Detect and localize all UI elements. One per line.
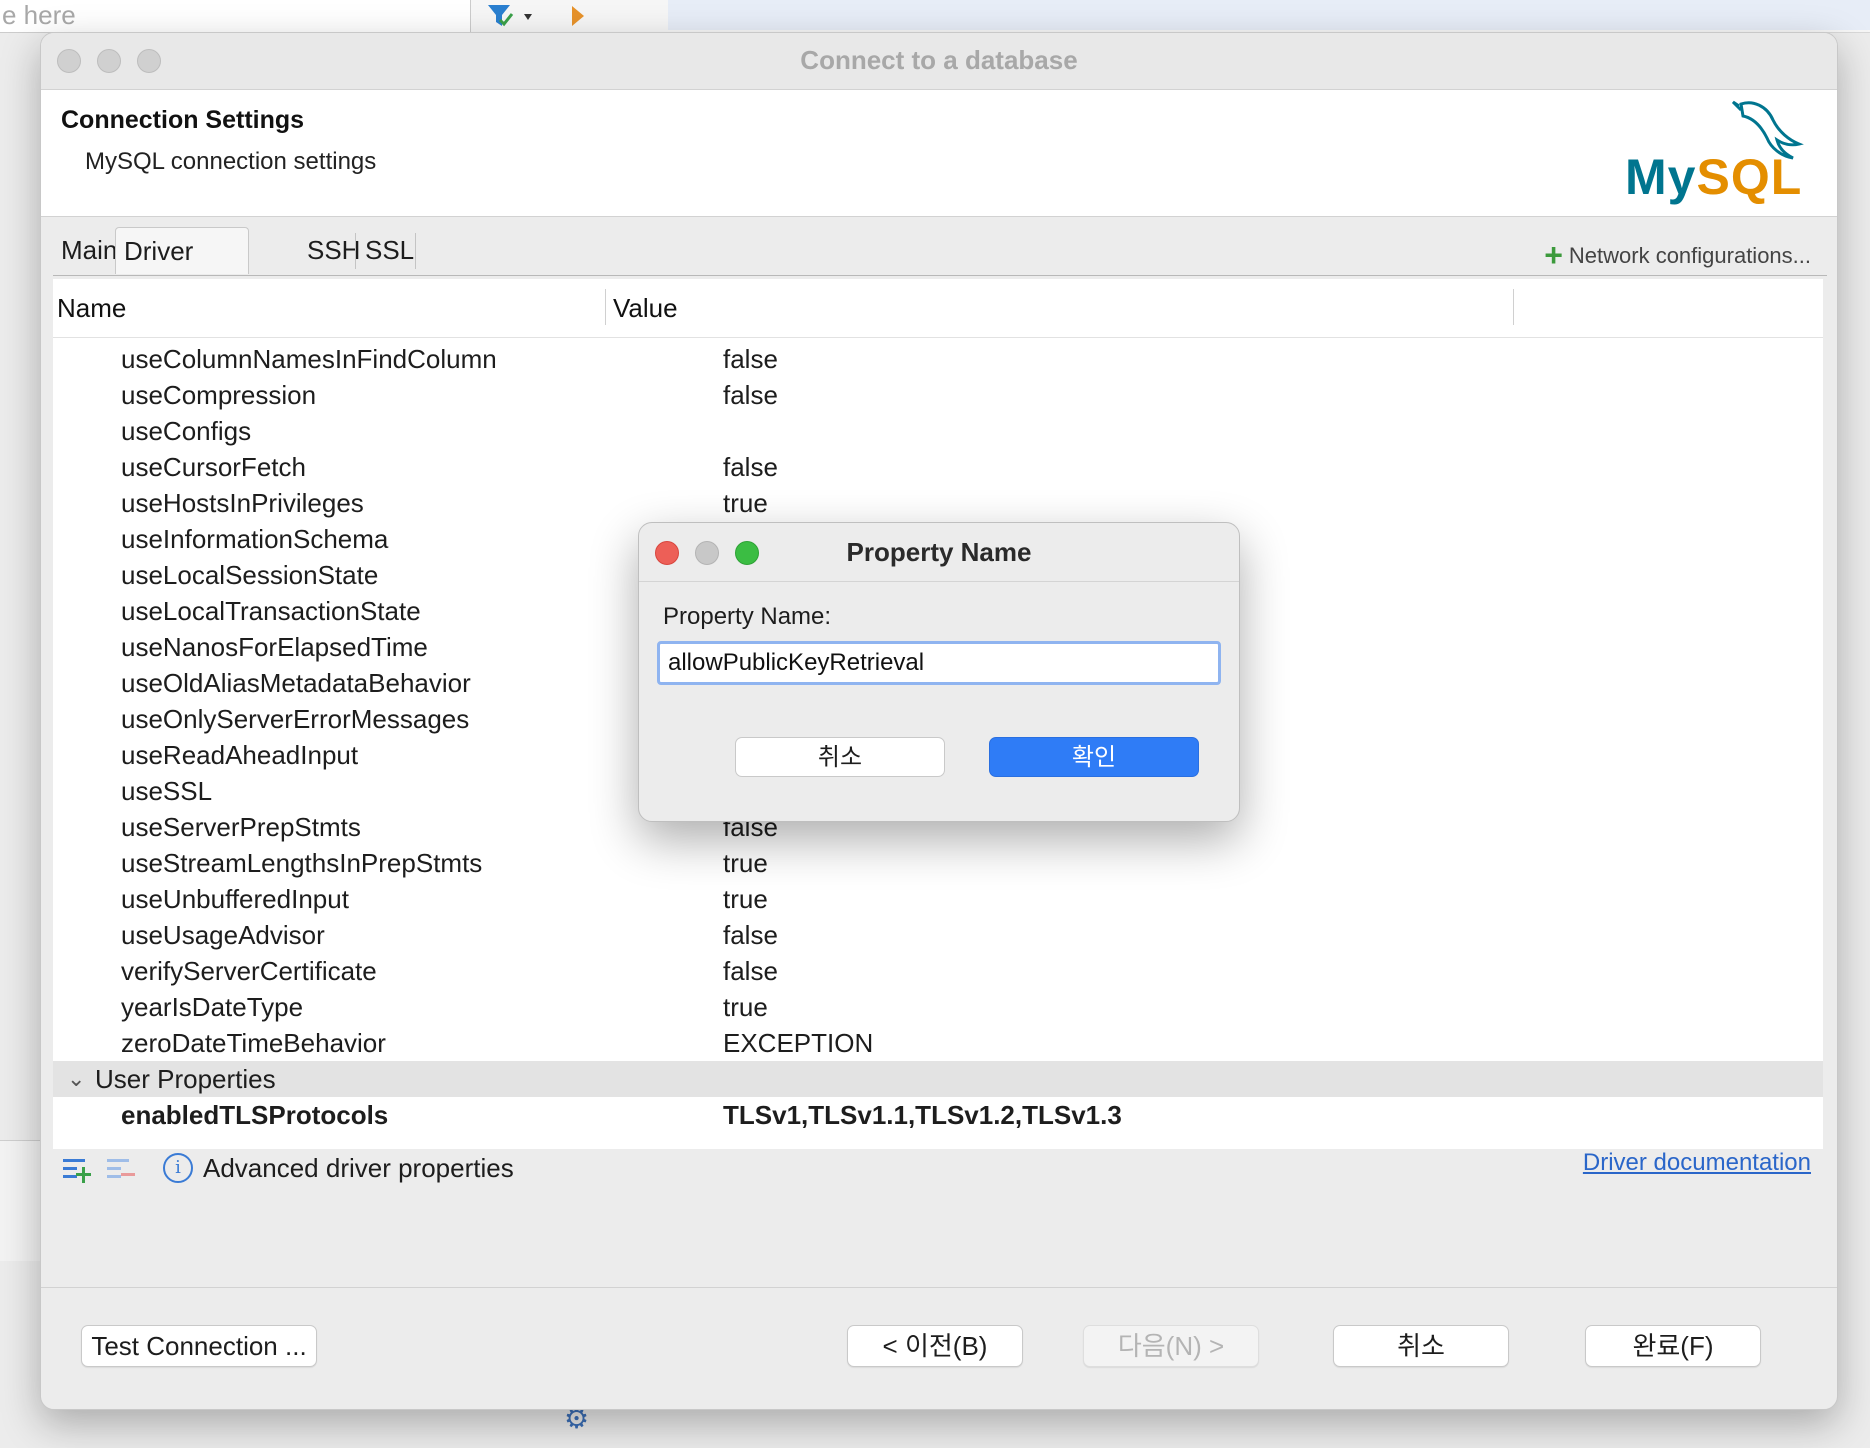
tab-underline (53, 275, 1827, 276)
advanced-driver-properties-label: Advanced driver properties (203, 1153, 514, 1183)
header-title: Connection Settings (61, 106, 305, 134)
network-configurations-label: Network configurations... (1568, 243, 1811, 268)
property-name: useReadAheadInput (121, 740, 359, 770)
property-name: useOldAliasMetadataBehavior (121, 668, 471, 698)
group-label: User Properties (95, 1064, 276, 1094)
modal-cancel-button[interactable]: 취소 (735, 737, 945, 777)
background-side-panel (0, 1140, 40, 1261)
footer-divider (41, 1287, 1837, 1288)
property-name: useServerPrepStmts (121, 812, 361, 842)
user-properties-group[interactable]: ⌄ User Properties (53, 1061, 1823, 1097)
property-name: yearIsDateType (121, 992, 304, 1022)
column-separator (605, 289, 606, 325)
network-configurations-link[interactable]: + Network configurations... (1544, 237, 1811, 274)
mysql-logo-text: MySQL (1625, 149, 1803, 205)
property-name: verifyServerCertificate (121, 956, 377, 986)
dialog-titlebar: Connect to a database (41, 33, 1837, 90)
connection-settings-header: Connection Settings MySQL connection set… (41, 90, 1837, 217)
property-name: useLocalSessionState (121, 560, 379, 590)
modal-divider (639, 581, 1239, 582)
property-name: useUsageAdvisor (121, 920, 325, 950)
chevron-down-icon[interactable]: ⌄ (67, 1061, 85, 1097)
table-row[interactable]: enabledTLSProtocols TLSv1,TLSv1.1,TLSv1.2… (53, 1097, 1823, 1133)
driver-documentation-link[interactable]: Driver documentation (1583, 1149, 1811, 1177)
property-value: true (723, 884, 768, 914)
cancel-button[interactable]: 취소 (1333, 1325, 1509, 1367)
table-row[interactable]: useConfigs (53, 413, 1823, 449)
add-property-icon[interactable] (63, 1157, 93, 1185)
property-value: false (723, 956, 778, 986)
background-search-text: e here (2, 0, 76, 30)
remove-property-icon[interactable] (107, 1157, 137, 1185)
property-name: zeroDateTimeBehavior (121, 1028, 386, 1058)
property-value: false (723, 380, 778, 410)
tab-driver-properties[interactable]: Driver properties (115, 227, 249, 312)
table-row[interactable]: useStreamLengthsInPrepStmts true (53, 845, 1823, 881)
mysql-logo: MySQL (1621, 96, 1821, 208)
property-name-input[interactable] (657, 641, 1221, 685)
table-row[interactable]: verifyServerCertificate false (53, 953, 1823, 989)
table-row[interactable]: useCursorFetch false (53, 449, 1823, 485)
dialog-title: Connect to a database (800, 45, 1078, 75)
background-editor-strip (668, 0, 1870, 30)
table-actions: i Advanced driver properties Driver docu… (63, 1149, 1823, 1193)
property-name: useConfigs (121, 416, 252, 446)
table-row[interactable]: useUnbufferedInput true (53, 881, 1823, 917)
info-icon: i (163, 1153, 193, 1183)
table-row[interactable]: zeroDateTimeBehavior EXCEPTION (53, 1025, 1823, 1061)
property-name: useLocalTransactionState (121, 596, 421, 626)
property-value: true (723, 488, 768, 518)
tab-separator (415, 233, 416, 269)
property-name: useStreamLengthsInPrepStmts (121, 848, 483, 878)
back-button[interactable]: < 이전(B) (847, 1325, 1023, 1367)
column-header-name[interactable]: Name (57, 279, 126, 337)
property-name: useCursorFetch (121, 452, 306, 482)
header-divider (53, 337, 1823, 338)
property-value: EXCEPTION (723, 1028, 874, 1058)
tab-separator (355, 233, 356, 269)
test-connection-button[interactable]: Test Connection ... (81, 1325, 317, 1367)
property-value: false (723, 452, 778, 482)
property-name: useCompression (121, 380, 317, 410)
next-button[interactable]: 다음(N) > (1083, 1325, 1259, 1367)
property-name: useColumnNamesInFindColumn (121, 344, 497, 374)
property-name: useSSL (121, 776, 213, 806)
property-name: useNanosForElapsedTime (121, 632, 428, 662)
property-value: true (723, 848, 768, 878)
property-name-label: Property Name: (663, 603, 832, 630)
filter-icon[interactable] (486, 2, 540, 30)
property-name: useUnbufferedInput (121, 884, 349, 914)
column-separator (1513, 289, 1514, 325)
property-name: useHostsInPrivileges (121, 488, 364, 518)
tab-ssl[interactable]: SSL (357, 227, 422, 273)
header-subtitle: MySQL connection settings (85, 148, 377, 175)
property-value: false (723, 344, 778, 374)
column-header-value[interactable]: Value (613, 279, 678, 337)
modal-title: Property Name (846, 537, 1032, 567)
background-search-field[interactable]: e here (0, 0, 471, 33)
property-value: true (723, 992, 768, 1022)
property-value: TLSv1,TLSv1.1,TLSv1.2,TLSv1.3 (723, 1100, 1122, 1130)
table-row[interactable]: yearIsDateType true (53, 989, 1823, 1025)
finish-button[interactable]: 완료(F) (1585, 1325, 1761, 1367)
property-name: enabledTLSProtocols (121, 1100, 389, 1130)
property-name: useOnlyServerErrorMessages (121, 704, 470, 734)
modal-ok-button[interactable]: 확인 (989, 737, 1199, 777)
table-row[interactable]: useColumnNamesInFindColumn false (53, 341, 1823, 377)
table-row[interactable]: useUsageAdvisor false (53, 917, 1823, 953)
table-row[interactable]: useHostsInPrivileges true (53, 485, 1823, 521)
property-value: false (723, 920, 778, 950)
property-name: useInformationSchema (121, 524, 389, 554)
run-icon[interactable] (572, 6, 584, 26)
table-row[interactable]: useCompression false (53, 377, 1823, 413)
property-name-dialog: Property Name Property Name: 취소 확인 (638, 522, 1240, 822)
plus-icon: + (1544, 237, 1563, 273)
